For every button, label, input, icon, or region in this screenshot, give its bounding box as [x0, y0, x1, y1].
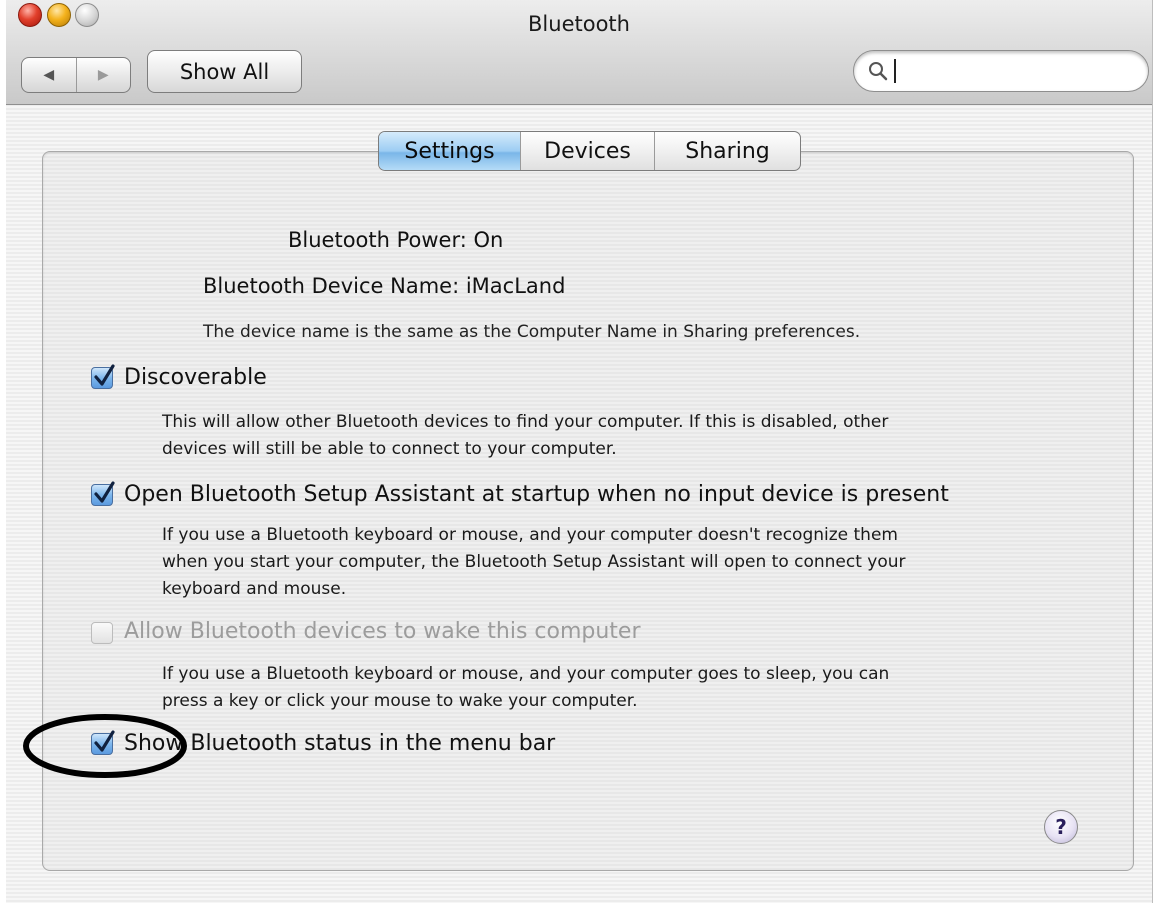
show-status-menu-bar-label[interactable]: Show Bluetooth status in the menu bar	[124, 731, 555, 756]
checkmark-icon	[94, 481, 115, 503]
wake-computer-label[interactable]: Allow Bluetooth devices to wake this com…	[124, 619, 641, 644]
discoverable-description-line-1: This will allow other Bluetooth devices …	[162, 412, 889, 432]
setup-assistant-label[interactable]: Open Bluetooth Setup Assistant at startu…	[124, 482, 949, 507]
setup-assistant-description-line-1: If you use a Bluetooth keyboard or mouse…	[162, 525, 898, 545]
highlight-ellipse	[23, 714, 187, 778]
wake-computer-checkbox[interactable]	[91, 622, 113, 644]
bluetooth-device-name-row: Bluetooth Device Name: iMacLand	[203, 274, 565, 298]
search-input[interactable]	[894, 59, 1134, 83]
back-button[interactable]: ◀	[22, 58, 77, 92]
checkmark-icon	[94, 364, 115, 386]
discoverable-checkbox[interactable]	[91, 364, 115, 389]
settings-group-box	[42, 151, 1134, 871]
setup-assistant-description-line-3: keyboard and mouse.	[162, 579, 347, 599]
back-forward-control: ◀ ▶	[21, 57, 131, 93]
help-icon: ?	[1055, 815, 1067, 839]
tab-devices[interactable]: Devices	[520, 132, 654, 170]
discoverable-label[interactable]: Discoverable	[124, 365, 267, 390]
bluetooth-device-name-label: Bluetooth Device Name:	[203, 274, 460, 298]
search-icon	[869, 62, 888, 81]
bluetooth-power-row: Bluetooth Power: On	[288, 228, 503, 252]
discoverable-description-line-2: devices will still be able to connect to…	[162, 439, 617, 459]
tab-sharing[interactable]: Sharing	[654, 132, 800, 170]
bluetooth-device-name-value: iMacLand	[465, 274, 566, 298]
toolbar: Bluetooth ◀ ▶ Show All	[6, 0, 1152, 105]
help-button[interactable]: ?	[1044, 810, 1078, 844]
show-all-button[interactable]: Show All	[147, 50, 302, 93]
bluetooth-power-value: On	[473, 228, 504, 252]
search-field[interactable]	[853, 50, 1149, 92]
wake-computer-description-line-1: If you use a Bluetooth keyboard or mouse…	[162, 664, 890, 684]
tab-settings[interactable]: Settings	[379, 132, 520, 170]
wake-computer-description-line-2: press a key or click your mouse to wake …	[162, 691, 638, 711]
device-name-note: The device name is the same as the Compu…	[203, 322, 861, 342]
tab-bar: Settings Devices Sharing	[378, 131, 801, 171]
forward-button[interactable]: ▶	[77, 58, 131, 92]
setup-assistant-checkbox[interactable]	[91, 481, 115, 506]
window-title: Bluetooth	[528, 12, 630, 36]
setup-assistant-description-line-2: when you start your computer, the Blueto…	[162, 552, 906, 572]
bluetooth-power-label: Bluetooth Power:	[288, 228, 467, 252]
